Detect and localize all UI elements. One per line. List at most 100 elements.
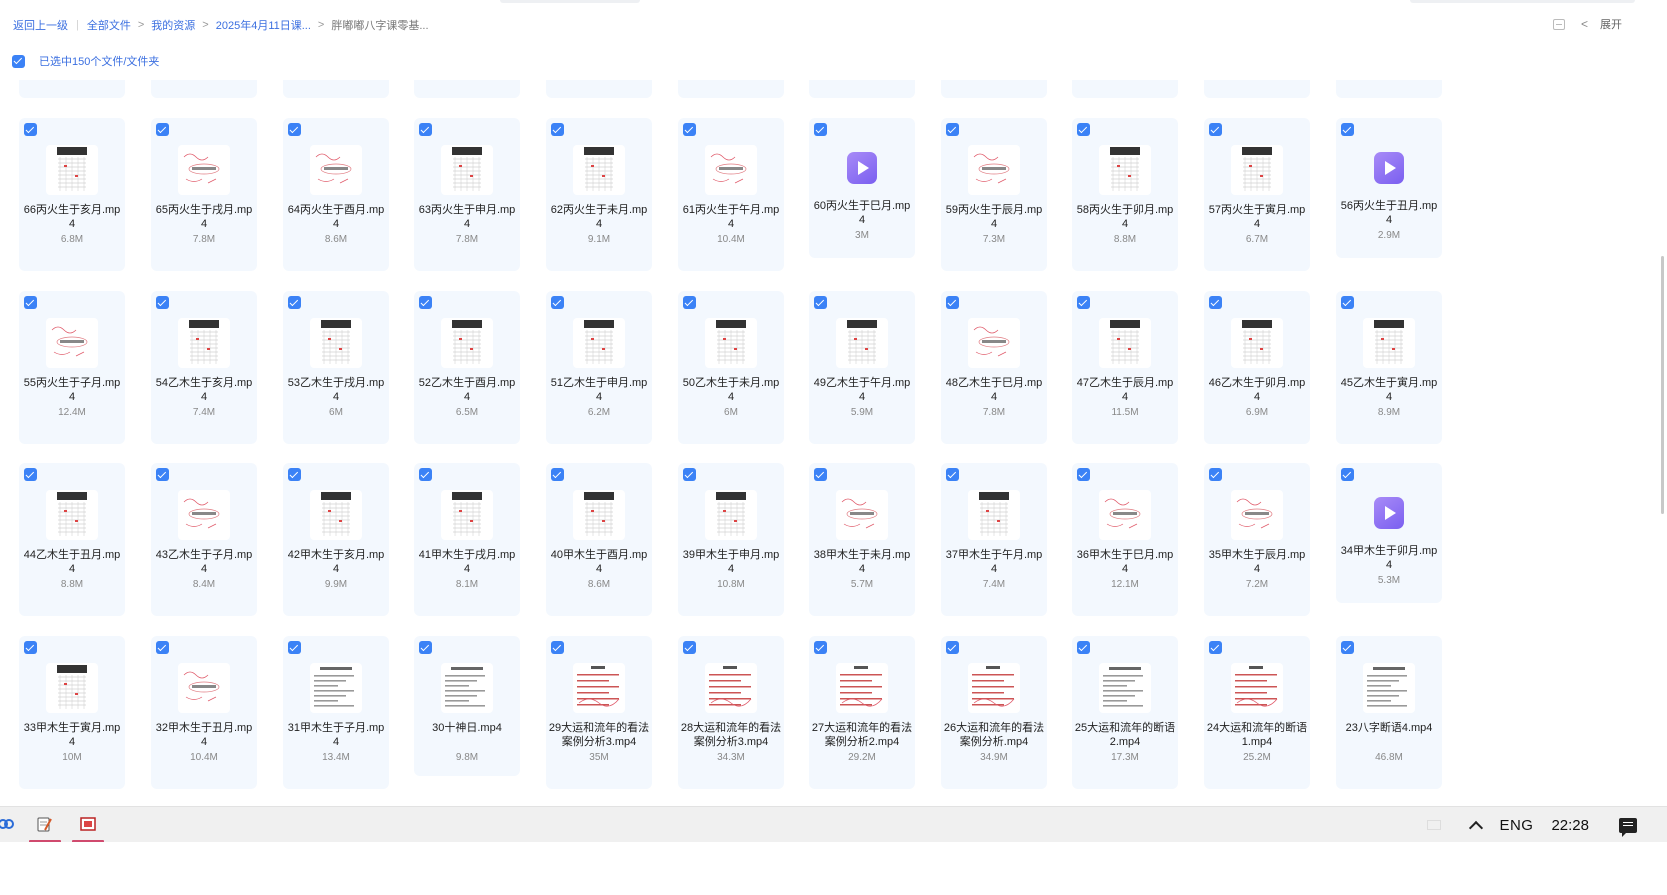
- file-card-partial[interactable]: [1204, 80, 1310, 98]
- file-card[interactable]: 60丙火生于巳月.mp4 3M: [809, 118, 915, 258]
- taskbar-app-link-icon[interactable]: [0, 813, 18, 837]
- file-card[interactable]: 43乙木生于子月.mp4 8.4M: [151, 463, 257, 616]
- file-checkbox[interactable]: [551, 123, 564, 136]
- expand-button[interactable]: 展开: [1600, 16, 1622, 32]
- file-card[interactable]: 46乙木生于卯月.mp4 6.9M: [1204, 291, 1310, 444]
- file-card-partial[interactable]: [283, 80, 389, 98]
- file-checkbox[interactable]: [419, 296, 432, 309]
- file-card[interactable]: 31甲木生于子月.mp4 13.4M: [283, 636, 389, 789]
- file-card[interactable]: 34甲木生于卯月.mp4 5.3M: [1336, 463, 1442, 603]
- file-card[interactable]: 52乙木生于酉月.mp4 6.5M: [414, 291, 520, 444]
- file-card-partial[interactable]: [1072, 80, 1178, 98]
- chevron-left-icon[interactable]: <: [1581, 17, 1588, 31]
- file-checkbox[interactable]: [24, 296, 37, 309]
- scrollbar-thumb[interactable]: [1661, 256, 1664, 514]
- file-checkbox[interactable]: [1209, 641, 1222, 654]
- file-checkbox[interactable]: [1077, 468, 1090, 481]
- file-checkbox[interactable]: [683, 123, 696, 136]
- file-checkbox[interactable]: [946, 296, 959, 309]
- file-checkbox[interactable]: [1341, 641, 1354, 654]
- file-card[interactable]: 44乙木生于丑月.mp4 8.8M: [19, 463, 125, 616]
- file-card-partial[interactable]: [414, 80, 520, 98]
- file-checkbox[interactable]: [288, 123, 301, 136]
- list-view-icon[interactable]: [1552, 18, 1565, 30]
- file-checkbox[interactable]: [814, 641, 827, 654]
- file-checkbox[interactable]: [1341, 468, 1354, 481]
- file-card[interactable]: 40甲木生于酉月.mp4 8.6M: [546, 463, 652, 616]
- file-checkbox[interactable]: [24, 123, 37, 136]
- file-card[interactable]: 24大运和流年的断语1.mp4 25.2M: [1204, 636, 1310, 789]
- file-checkbox[interactable]: [1341, 123, 1354, 136]
- file-card[interactable]: 35甲木生于辰月.mp4 7.2M: [1204, 463, 1310, 616]
- file-checkbox[interactable]: [1209, 123, 1222, 136]
- file-card[interactable]: 23八字断语4.mp4 46.8M: [1336, 636, 1442, 789]
- file-checkbox[interactable]: [551, 296, 564, 309]
- chevron-up-icon[interactable]: [1469, 820, 1484, 836]
- file-card-partial[interactable]: [151, 80, 257, 98]
- breadcrumb-all-files[interactable]: 全部文件: [87, 17, 131, 33]
- file-card[interactable]: 61丙火生于午月.mp4 10.4M: [678, 118, 784, 271]
- file-checkbox[interactable]: [683, 468, 696, 481]
- file-checkbox[interactable]: [288, 296, 301, 309]
- file-card[interactable]: 33甲木生于寅月.mp4 10M: [19, 636, 125, 789]
- file-checkbox[interactable]: [946, 123, 959, 136]
- file-card[interactable]: 42甲木生于亥月.mp4 9.9M: [283, 463, 389, 616]
- language-indicator[interactable]: ENG: [1499, 817, 1533, 834]
- file-checkbox[interactable]: [419, 641, 432, 654]
- file-checkbox[interactable]: [24, 641, 37, 654]
- search-bar-fragment[interactable]: [1410, 0, 1635, 3]
- file-card[interactable]: 66丙火生于亥月.mp4 6.8M: [19, 118, 125, 271]
- file-checkbox[interactable]: [156, 296, 169, 309]
- file-checkbox[interactable]: [1077, 296, 1090, 309]
- file-checkbox[interactable]: [288, 468, 301, 481]
- clock[interactable]: 22:28: [1551, 817, 1589, 834]
- file-checkbox[interactable]: [419, 468, 432, 481]
- file-card[interactable]: 59丙火生于辰月.mp4 7.3M: [941, 118, 1047, 271]
- vertical-scrollbar[interactable]: [1657, 0, 1667, 808]
- file-card[interactable]: 51乙木生于申月.mp4 6.2M: [546, 291, 652, 444]
- file-card[interactable]: 50乙木生于未月.mp4 6M: [678, 291, 784, 444]
- file-checkbox[interactable]: [1341, 296, 1354, 309]
- file-checkbox[interactable]: [551, 641, 564, 654]
- taskbar-app-window-icon[interactable]: [72, 813, 104, 843]
- file-checkbox[interactable]: [946, 641, 959, 654]
- file-checkbox[interactable]: [551, 468, 564, 481]
- file-checkbox[interactable]: [1209, 296, 1222, 309]
- file-card[interactable]: 28大运和流年的看法案例分析3.mp4 34.3M: [678, 636, 784, 789]
- file-checkbox[interactable]: [683, 296, 696, 309]
- file-checkbox[interactable]: [814, 296, 827, 309]
- file-card[interactable]: 30十神日.mp4 9.8M: [414, 636, 520, 776]
- file-card[interactable]: 36甲木生于巳月.mp4 12.1M: [1072, 463, 1178, 616]
- file-checkbox[interactable]: [683, 641, 696, 654]
- file-card[interactable]: 57丙火生于寅月.mp4 6.7M: [1204, 118, 1310, 271]
- file-checkbox[interactable]: [814, 468, 827, 481]
- notification-icon[interactable]: [1619, 817, 1637, 837]
- file-card[interactable]: 62丙火生于未月.mp4 9.1M: [546, 118, 652, 271]
- file-checkbox[interactable]: [156, 641, 169, 654]
- file-card[interactable]: 32甲木生于丑月.mp4 10.4M: [151, 636, 257, 789]
- file-card[interactable]: 27大运和流年的看法案例分析2.mp4 29.2M: [809, 636, 915, 789]
- file-card[interactable]: 26大运和流年的看法案例分析.mp4 34.9M: [941, 636, 1047, 789]
- file-checkbox[interactable]: [814, 123, 827, 136]
- select-all-checkbox[interactable]: [12, 54, 25, 68]
- file-card[interactable]: 45乙木生于寅月.mp4 8.9M: [1336, 291, 1442, 444]
- file-card[interactable]: 39甲木生于申月.mp4 10.8M: [678, 463, 784, 616]
- file-card-partial[interactable]: [809, 80, 915, 98]
- file-card[interactable]: 55丙火生于子月.mp4 12.4M: [19, 291, 125, 444]
- file-card[interactable]: 49乙木生于午月.mp4 5.9M: [809, 291, 915, 444]
- file-card[interactable]: 53乙木生于戌月.mp4 6M: [283, 291, 389, 444]
- file-checkbox[interactable]: [156, 123, 169, 136]
- file-card-partial[interactable]: [546, 80, 652, 98]
- file-checkbox[interactable]: [1077, 123, 1090, 136]
- file-checkbox[interactable]: [24, 468, 37, 481]
- file-card[interactable]: 56丙火生于丑月.mp4 2.9M: [1336, 118, 1442, 258]
- breadcrumb-my-resources[interactable]: 我的资源: [151, 17, 195, 33]
- file-checkbox[interactable]: [946, 468, 959, 481]
- breadcrumb-date-folder[interactable]: 2025年4月11日课...: [216, 17, 311, 33]
- file-card[interactable]: 65丙火生于戌月.mp4 7.8M: [151, 118, 257, 271]
- file-checkbox[interactable]: [1077, 641, 1090, 654]
- file-card-partial[interactable]: [19, 80, 125, 98]
- taskbar-app-notepad-icon[interactable]: [29, 813, 61, 843]
- tray-faded-icon[interactable]: [1427, 820, 1442, 830]
- file-checkbox[interactable]: [419, 123, 432, 136]
